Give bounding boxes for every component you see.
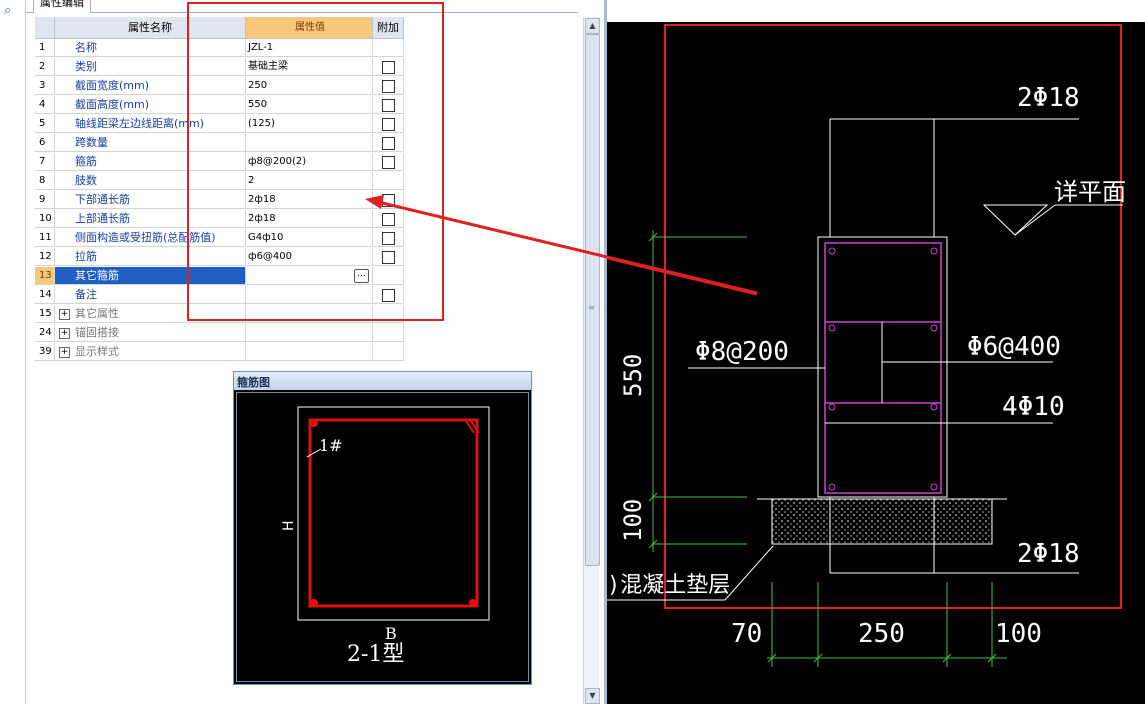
- cad-drawing: 2Φ18 详平面 Φ8@200 Φ6@400 4Φ10 2Φ18 )混凝土垫层 …: [375, 22, 1145, 704]
- cushion-text: )混凝土垫层: [607, 573, 730, 598]
- row-index: 4: [35, 96, 55, 114]
- stirrup-window-title: 箍筋图: [237, 376, 270, 389]
- expand-plus-icon[interactable]: +: [59, 328, 70, 339]
- row-index: 14: [35, 286, 55, 304]
- row-index: 12: [35, 248, 55, 266]
- height-dim-text: 550: [619, 354, 647, 397]
- stirrup-drawing: 1# H B 2-1型: [281, 406, 490, 667]
- search-icon[interactable]: ⌕: [4, 3, 20, 19]
- corner-bar-tl: [310, 419, 318, 427]
- corner-bar-bl: [310, 599, 318, 607]
- cushion-layer: [771, 498, 993, 545]
- scroll-up-button[interactable]: ▲: [585, 18, 600, 34]
- row-index: 9: [35, 191, 55, 209]
- property-group-row[interactable]: 39 + 显示样式: [35, 343, 404, 362]
- cushion-leader: [724, 545, 774, 601]
- group-name[interactable]: + 锚固搭接: [55, 324, 246, 342]
- note-text: 详平面: [1054, 178, 1126, 206]
- pointer-arrow: [375, 200, 758, 296]
- scroll-down-button[interactable]: ▼: [585, 688, 600, 704]
- row-index: 3: [35, 77, 55, 95]
- dim-right-text: 100: [995, 619, 1042, 649]
- level-symbol: [982, 204, 1049, 236]
- group-label: 其它属性: [75, 307, 119, 320]
- row-index: 11: [35, 229, 55, 247]
- rebar-label: 1#: [319, 436, 343, 455]
- row-index: 8: [35, 172, 55, 190]
- header-index: [35, 17, 55, 39]
- scroll-thumb[interactable]: [585, 34, 600, 566]
- row-index: 7: [35, 153, 55, 171]
- top-rebar-text: 2Φ18: [1017, 83, 1080, 113]
- row-index: 13: [35, 267, 55, 285]
- stirrup-outline: [824, 242, 942, 494]
- height-label: H: [281, 520, 297, 531]
- dim-left-text: 70: [731, 619, 762, 649]
- row-index: 2: [35, 58, 55, 76]
- row-index: 6: [35, 134, 55, 152]
- row-index: 39: [35, 343, 55, 361]
- property-group-row[interactable]: 24 + 锚固搭接: [35, 324, 404, 343]
- row-index: 15: [35, 305, 55, 323]
- group-extra: [373, 324, 404, 342]
- row-index: 5: [35, 115, 55, 133]
- cad-top-strip: [607, 0, 1145, 22]
- highlight-box-value-column: [187, 2, 444, 321]
- vertical-scrollbar[interactable]: ▲ ≡ ▼: [583, 17, 600, 704]
- dim-mid-text: 250: [858, 619, 905, 649]
- stirrup-text: Φ8@200: [695, 337, 789, 367]
- property-panel: 属性编辑 属性名称 属性值 附加 1 名称 JZL-1 2 类别 基础主梁 3 截面宽度(mm…: [26, 0, 604, 704]
- stirrup-diagram-window: 箍筋图 1# H B 2-1型: [233, 371, 532, 685]
- stirrup-canvas: 1# H B 2-1型: [236, 392, 529, 682]
- bottom-rebar-text: 2Φ18: [1017, 539, 1080, 569]
- expand-plus-icon[interactable]: +: [59, 347, 70, 358]
- side-rebar-text: 4Φ10: [1002, 392, 1065, 422]
- group-label: 锚固搭接: [75, 326, 119, 339]
- tab-property-edit[interactable]: 属性编辑: [33, 0, 91, 13]
- group-label: 显示样式: [75, 345, 119, 358]
- row-index: 1: [35, 39, 55, 57]
- expand-plus-icon[interactable]: +: [59, 309, 70, 320]
- stirrup-window-titlebar[interactable]: 箍筋图: [234, 372, 531, 390]
- stirrup-type-label: 2-1型: [347, 642, 404, 667]
- corner-bar-br: [469, 599, 477, 607]
- tie-text: Φ6@400: [967, 332, 1061, 362]
- width-label: B: [385, 624, 397, 643]
- row-index: 24: [35, 324, 55, 342]
- group-value: [246, 343, 373, 361]
- cushion-dim-text: 100: [619, 499, 647, 542]
- group-name[interactable]: + 显示样式: [55, 343, 246, 361]
- scroll-grip-icon: ≡: [588, 303, 595, 312]
- row-index: 10: [35, 210, 55, 228]
- dimension-lines: [648, 230, 1007, 667]
- cad-section-svg: 2Φ18 详平面 Φ8@200 Φ6@400 4Φ10 2Φ18 )混凝土垫层 …: [375, 24, 1126, 667]
- left-toolbar-strip: ⌕: [0, 0, 26, 704]
- group-extra: [373, 343, 404, 361]
- group-value: [246, 324, 373, 342]
